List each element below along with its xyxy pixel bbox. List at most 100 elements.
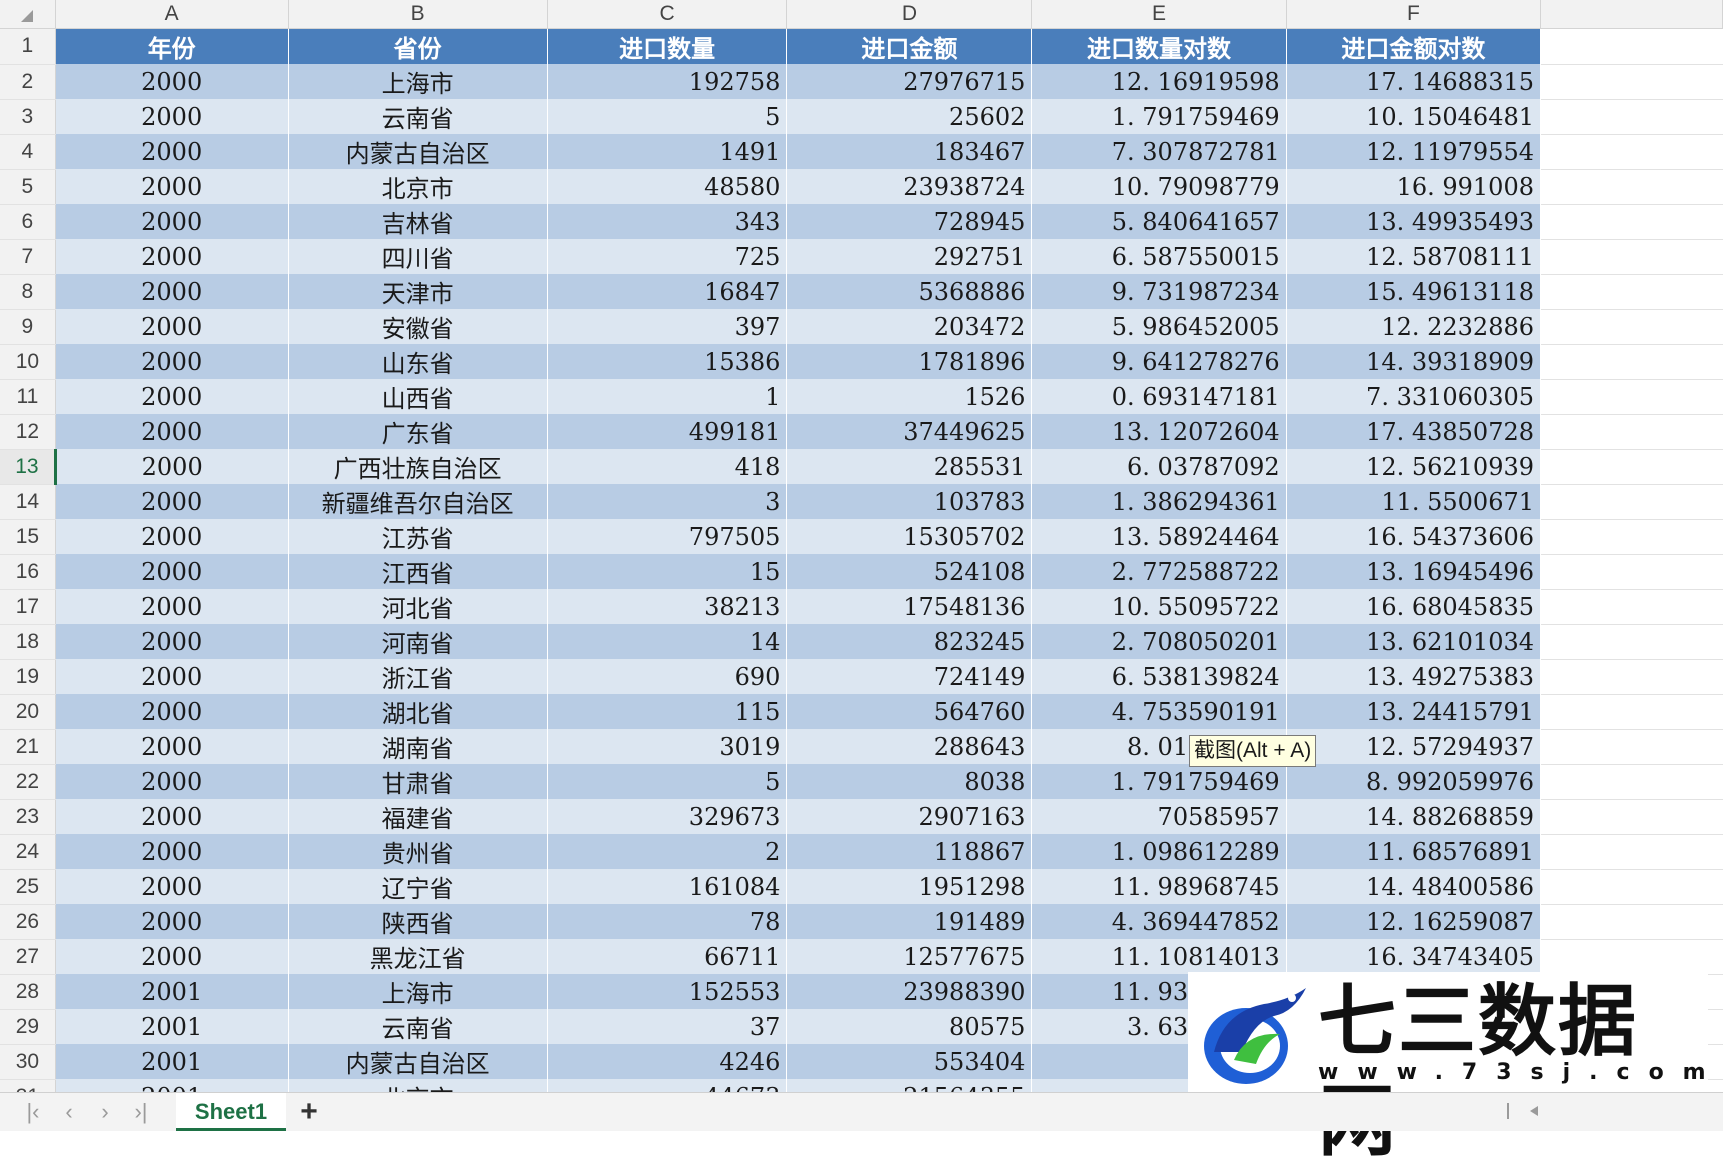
cell-province[interactable]: 北京市 [288, 1079, 548, 1092]
row-number[interactable]: 31 [0, 1079, 56, 1092]
cell-import-quantity[interactable]: 5 [547, 99, 788, 134]
cell-province[interactable]: 上海市 [288, 974, 548, 1009]
empty-cell[interactable] [1540, 729, 1723, 765]
cell-log-value[interactable]: 13. 24415791 [1286, 694, 1542, 729]
cell-province[interactable]: 甘肃省 [288, 764, 548, 799]
cell-year[interactable]: 2000 [55, 379, 289, 414]
cell-import-value[interactable]: 23988390 [786, 974, 1033, 1009]
cell-import-quantity[interactable]: 397 [547, 309, 788, 344]
cell-log-quantity[interactable]: 6. 03787092 [1031, 449, 1287, 484]
row-number[interactable]: 17 [0, 589, 56, 625]
cell-year[interactable]: 2000 [55, 834, 289, 869]
row-number[interactable]: 26 [0, 904, 56, 940]
cell-year[interactable]: 2000 [55, 799, 289, 834]
cell-year[interactable]: 2000 [55, 694, 289, 729]
header-cell-log-quantity[interactable]: 进口数量对数 [1031, 28, 1287, 64]
row-number[interactable]: 4 [0, 134, 56, 170]
cell-import-quantity[interactable]: 78 [547, 904, 788, 939]
cell-import-value[interactable]: 23938724 [786, 169, 1033, 204]
cell-import-value[interactable]: 17548136 [786, 589, 1033, 624]
empty-cell[interactable] [1540, 274, 1723, 310]
row-number[interactable]: 13 [0, 449, 57, 485]
row-number[interactable]: 6 [0, 204, 56, 240]
cell-province[interactable]: 湖北省 [288, 694, 548, 729]
cell-province[interactable]: 山东省 [288, 344, 548, 379]
column-header-c[interactable]: C [547, 0, 788, 29]
column-header-a[interactable]: A [55, 0, 289, 29]
row-number[interactable]: 8 [0, 274, 56, 310]
cell-year[interactable]: 2000 [55, 414, 289, 449]
empty-cell[interactable] [1540, 799, 1723, 835]
cell-log-quantity[interactable]: 70585957 [1031, 799, 1287, 834]
cell-log-value[interactable]: 13. 49935493 [1286, 204, 1542, 239]
row-number[interactable]: 25 [0, 869, 56, 905]
horizontal-scrollbar[interactable] [1500, 1101, 1700, 1121]
cell-log-quantity[interactable]: 10. 55095722 [1031, 589, 1287, 624]
cell-import-quantity[interactable]: 16847 [547, 274, 788, 309]
cell-province[interactable]: 内蒙古自治区 [288, 1044, 548, 1079]
cell-import-quantity[interactable]: 161084 [547, 869, 788, 904]
cell-log-quantity[interactable]: 12. 16919598 [1031, 64, 1287, 99]
cell-province[interactable]: 天津市 [288, 274, 548, 309]
cell-import-quantity[interactable]: 343 [547, 204, 788, 239]
cell-log-quantity[interactable]: 13. 12072604 [1031, 414, 1287, 449]
row-number[interactable]: 15 [0, 519, 56, 555]
cell-import-value[interactable]: 292751 [786, 239, 1033, 274]
cell-log-value[interactable]: 12. 11979554 [1286, 134, 1542, 169]
cell-year[interactable]: 2000 [55, 659, 289, 694]
cell-log-value[interactable]: 12. 2232886 [1286, 309, 1542, 344]
cell-import-quantity[interactable]: 1 [547, 379, 788, 414]
cell-import-value[interactable]: 15305702 [786, 519, 1033, 554]
cell-province[interactable]: 湖南省 [288, 729, 548, 764]
cell-import-value[interactable]: 288643 [786, 729, 1033, 764]
cell-log-quantity[interactable]: 6. 587550015 [1031, 239, 1287, 274]
cell-log-value[interactable]: 14. 88268859 [1286, 799, 1542, 834]
cell-log-value[interactable]: 16. 991008 [1286, 169, 1542, 204]
row-number[interactable]: 28 [0, 974, 56, 1010]
cell-log-value[interactable]: 16. 34743405 [1286, 939, 1542, 974]
cell-log-value[interactable]: 13. 16945496 [1286, 554, 1542, 589]
row-number[interactable]: 9 [0, 309, 56, 345]
row-number[interactable]: 20 [0, 694, 56, 730]
cell-province[interactable]: 福建省 [288, 799, 548, 834]
cell-year[interactable]: 2000 [55, 904, 289, 939]
cell-import-value[interactable]: 524108 [786, 554, 1033, 589]
empty-cell[interactable] [1540, 869, 1723, 905]
cell-province[interactable]: 辽宁省 [288, 869, 548, 904]
cell-year[interactable]: 2001 [55, 1044, 289, 1079]
cell-log-quantity[interactable]: 10. 79098779 [1031, 169, 1287, 204]
cell-year[interactable]: 2001 [55, 974, 289, 1009]
cell-log-value[interactable]: 14. 48400586 [1286, 869, 1542, 904]
cell-log-quantity[interactable]: 1. 098612289 [1031, 834, 1287, 869]
cell-province[interactable]: 河南省 [288, 624, 548, 659]
column-header-f[interactable]: F [1286, 0, 1542, 29]
cell-province[interactable]: 贵州省 [288, 834, 548, 869]
empty-cell[interactable] [1540, 904, 1723, 940]
row-number[interactable]: 2 [0, 64, 56, 100]
cell-log-quantity[interactable]: 7. 307872781 [1031, 134, 1287, 169]
cell-import-quantity[interactable]: 15386 [547, 344, 788, 379]
cell-log-value[interactable]: 13. 62101034 [1286, 624, 1542, 659]
cell-log-quantity[interactable]: 4. 369447852 [1031, 904, 1287, 939]
header-cell-province[interactable]: 省份 [288, 28, 548, 64]
cell-import-value[interactable]: 80575 [786, 1009, 1033, 1044]
cell-log-quantity[interactable]: 5. 986452005 [1031, 309, 1287, 344]
empty-cell[interactable] [1540, 659, 1723, 695]
cell-import-value[interactable]: 564760 [786, 694, 1033, 729]
row-number[interactable]: 19 [0, 659, 56, 695]
cell-year[interactable]: 2001 [55, 1009, 289, 1044]
empty-cell[interactable] [1540, 239, 1723, 275]
cell-province[interactable]: 山西省 [288, 379, 548, 414]
cell-import-quantity[interactable]: 15 [547, 554, 788, 589]
cell-year[interactable]: 2000 [55, 589, 289, 624]
cell-log-value[interactable]: 14. 39318909 [1286, 344, 1542, 379]
empty-cell[interactable] [1540, 834, 1723, 870]
cell-year[interactable]: 2000 [55, 764, 289, 799]
cell-year[interactable]: 2000 [55, 274, 289, 309]
cell-import-value[interactable]: 25602 [786, 99, 1033, 134]
cell-province[interactable]: 云南省 [288, 99, 548, 134]
cell-year[interactable]: 2000 [55, 624, 289, 659]
cell-log-quantity[interactable]: 11. 98968745 [1031, 869, 1287, 904]
cell-log-quantity[interactable]: 11. 10814013 [1031, 939, 1287, 974]
row-number[interactable]: 29 [0, 1009, 56, 1045]
